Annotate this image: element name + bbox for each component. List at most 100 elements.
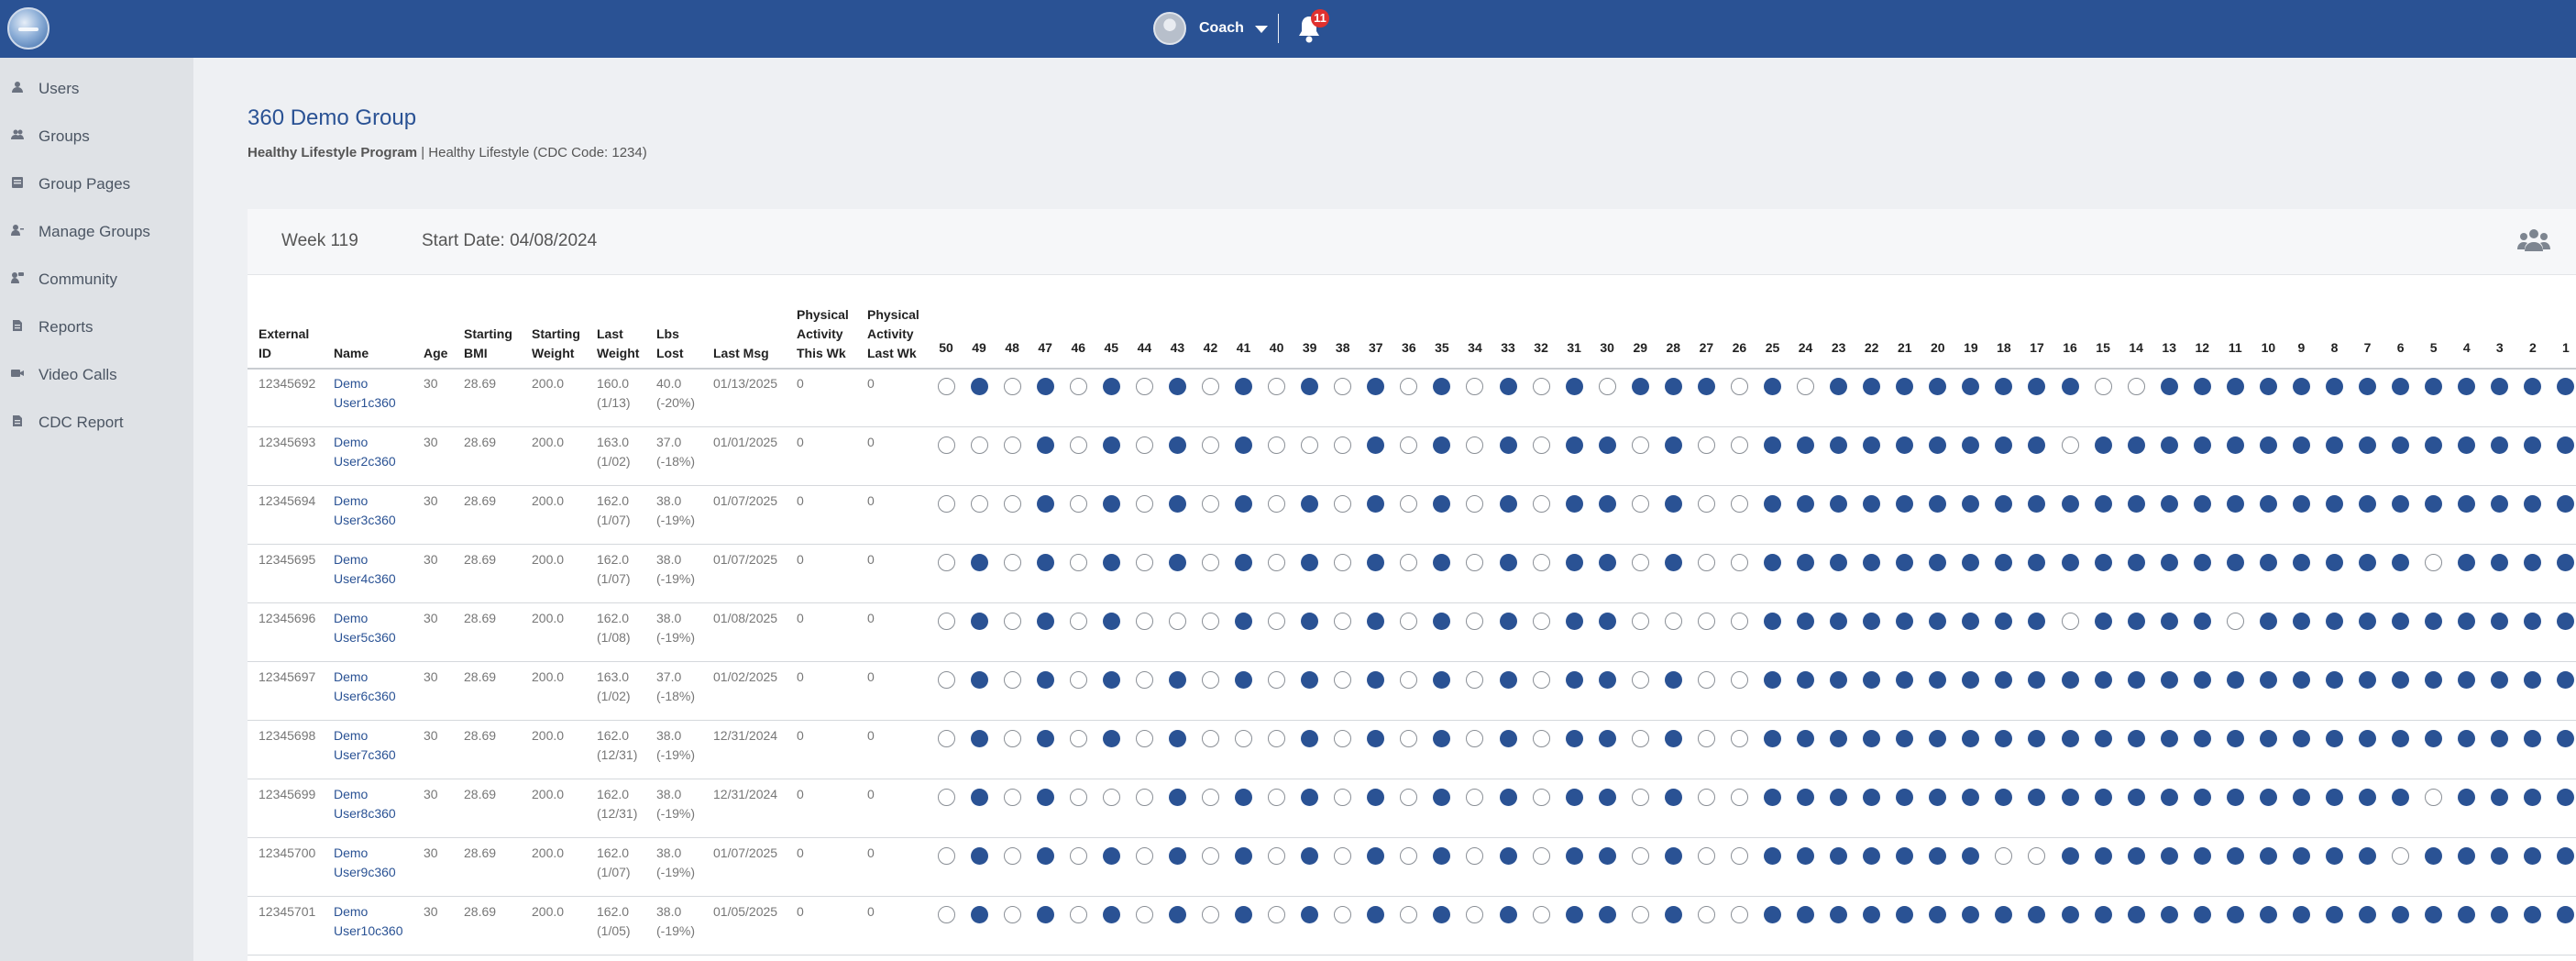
week-attended-dot[interactable] bbox=[1036, 436, 1054, 454]
week-attended-dot[interactable] bbox=[1168, 495, 1186, 513]
week-attended-dot[interactable] bbox=[2259, 789, 2277, 806]
week-attended-dot[interactable] bbox=[2359, 378, 2377, 395]
week-missed-dot[interactable] bbox=[1201, 378, 1219, 395]
week-missed-dot[interactable] bbox=[1532, 671, 1550, 689]
week-attended-dot[interactable] bbox=[1863, 789, 1881, 806]
week-missed-dot[interactable] bbox=[1697, 671, 1715, 689]
week-attended-dot[interactable] bbox=[2127, 671, 2145, 689]
week-attended-dot[interactable] bbox=[1301, 789, 1319, 806]
week-attended-dot[interactable] bbox=[2326, 436, 2344, 454]
week-attended-dot[interactable] bbox=[1168, 378, 1186, 395]
week-attended-dot[interactable] bbox=[1168, 671, 1186, 689]
week-attended-dot[interactable] bbox=[1764, 613, 1781, 630]
week-attended-dot[interactable] bbox=[2557, 613, 2575, 630]
week-attended-dot[interactable] bbox=[2392, 613, 2410, 630]
week-missed-dot[interactable] bbox=[937, 789, 955, 806]
user-name-link[interactable]: Demo bbox=[334, 902, 368, 922]
user-name-link[interactable]: User4c360 bbox=[334, 569, 396, 589]
sidebar-item-community[interactable]: Community bbox=[0, 260, 193, 297]
week-missed-dot[interactable] bbox=[1631, 730, 1649, 747]
week-missed-dot[interactable] bbox=[1334, 378, 1352, 395]
week-attended-dot[interactable] bbox=[1995, 554, 2013, 571]
week-attended-dot[interactable] bbox=[2425, 436, 2443, 454]
week-attended-dot[interactable] bbox=[1301, 671, 1319, 689]
week-missed-dot[interactable] bbox=[1400, 730, 1418, 747]
week-attended-dot[interactable] bbox=[1499, 613, 1517, 630]
week-attended-dot[interactable] bbox=[2326, 554, 2344, 571]
week-attended-dot[interactable] bbox=[2359, 436, 2377, 454]
week-attended-dot[interactable] bbox=[2160, 789, 2178, 806]
week-missed-dot[interactable] bbox=[937, 554, 955, 571]
group-members-icon[interactable] bbox=[2517, 227, 2550, 253]
week-attended-dot[interactable] bbox=[2458, 847, 2476, 865]
week-attended-dot[interactable] bbox=[1168, 847, 1186, 865]
week-attended-dot[interactable] bbox=[2491, 554, 2509, 571]
user-name-link[interactable]: User10c360 bbox=[334, 922, 403, 941]
week-missed-dot[interactable] bbox=[1135, 906, 1153, 923]
week-missed-dot[interactable] bbox=[1201, 436, 1219, 454]
week-attended-dot[interactable] bbox=[1565, 378, 1583, 395]
week-attended-dot[interactable] bbox=[1929, 378, 1947, 395]
week-missed-dot[interactable] bbox=[937, 730, 955, 747]
week-attended-dot[interactable] bbox=[2557, 730, 2575, 747]
week-missed-dot[interactable] bbox=[2226, 613, 2244, 630]
week-attended-dot[interactable] bbox=[1367, 847, 1385, 865]
week-attended-dot[interactable] bbox=[2259, 436, 2277, 454]
week-attended-dot[interactable] bbox=[2259, 847, 2277, 865]
week-attended-dot[interactable] bbox=[2524, 906, 2542, 923]
week-missed-dot[interactable] bbox=[1466, 495, 1484, 513]
week-attended-dot[interactable] bbox=[2326, 671, 2344, 689]
week-attended-dot[interactable] bbox=[2359, 847, 2377, 865]
week-missed-dot[interactable] bbox=[1268, 671, 1286, 689]
week-attended-dot[interactable] bbox=[2259, 554, 2277, 571]
week-attended-dot[interactable] bbox=[1036, 730, 1054, 747]
week-attended-dot[interactable] bbox=[2425, 378, 2443, 395]
week-attended-dot[interactable] bbox=[1168, 554, 1186, 571]
week-attended-dot[interactable] bbox=[2491, 436, 2509, 454]
week-missed-dot[interactable] bbox=[1268, 436, 1286, 454]
week-attended-dot[interactable] bbox=[1929, 789, 1947, 806]
week-attended-dot[interactable] bbox=[1367, 613, 1385, 630]
week-attended-dot[interactable] bbox=[1598, 730, 1616, 747]
week-attended-dot[interactable] bbox=[970, 906, 988, 923]
week-missed-dot[interactable] bbox=[1003, 671, 1021, 689]
sidebar-item-cdc-report[interactable]: CDC Report bbox=[0, 403, 193, 440]
week-attended-dot[interactable] bbox=[1102, 495, 1120, 513]
week-attended-dot[interactable] bbox=[2557, 847, 2575, 865]
week-attended-dot[interactable] bbox=[2491, 789, 2509, 806]
user-name-link[interactable]: Demo bbox=[334, 550, 368, 569]
week-attended-dot[interactable] bbox=[2094, 730, 2112, 747]
week-missed-dot[interactable] bbox=[1003, 847, 1021, 865]
week-attended-dot[interactable] bbox=[1433, 554, 1451, 571]
week-attended-dot[interactable] bbox=[2127, 789, 2145, 806]
week-missed-dot[interactable] bbox=[1334, 554, 1352, 571]
week-attended-dot[interactable] bbox=[1499, 906, 1517, 923]
week-attended-dot[interactable] bbox=[1565, 671, 1583, 689]
week-attended-dot[interactable] bbox=[970, 730, 988, 747]
week-missed-dot[interactable] bbox=[1201, 789, 1219, 806]
week-missed-dot[interactable] bbox=[1400, 671, 1418, 689]
week-attended-dot[interactable] bbox=[2524, 495, 2542, 513]
week-attended-dot[interactable] bbox=[1565, 789, 1583, 806]
week-missed-dot[interactable] bbox=[1135, 730, 1153, 747]
week-attended-dot[interactable] bbox=[1664, 671, 1682, 689]
week-attended-dot[interactable] bbox=[2061, 847, 2079, 865]
week-missed-dot[interactable] bbox=[1697, 554, 1715, 571]
week-attended-dot[interactable] bbox=[2127, 495, 2145, 513]
week-missed-dot[interactable] bbox=[1135, 378, 1153, 395]
week-attended-dot[interactable] bbox=[1631, 378, 1649, 395]
week-attended-dot[interactable] bbox=[1433, 378, 1451, 395]
week-attended-dot[interactable] bbox=[1863, 671, 1881, 689]
week-missed-dot[interactable] bbox=[1003, 613, 1021, 630]
week-missed-dot[interactable] bbox=[1102, 789, 1120, 806]
week-missed-dot[interactable] bbox=[1334, 436, 1352, 454]
week-attended-dot[interactable] bbox=[1863, 436, 1881, 454]
week-attended-dot[interactable] bbox=[2292, 378, 2310, 395]
week-missed-dot[interactable] bbox=[1730, 847, 1748, 865]
week-attended-dot[interactable] bbox=[1102, 378, 1120, 395]
week-attended-dot[interactable] bbox=[2292, 613, 2310, 630]
week-missed-dot[interactable] bbox=[2425, 554, 2443, 571]
week-attended-dot[interactable] bbox=[1896, 378, 1914, 395]
week-attended-dot[interactable] bbox=[2160, 613, 2178, 630]
week-missed-dot[interactable] bbox=[1069, 847, 1087, 865]
